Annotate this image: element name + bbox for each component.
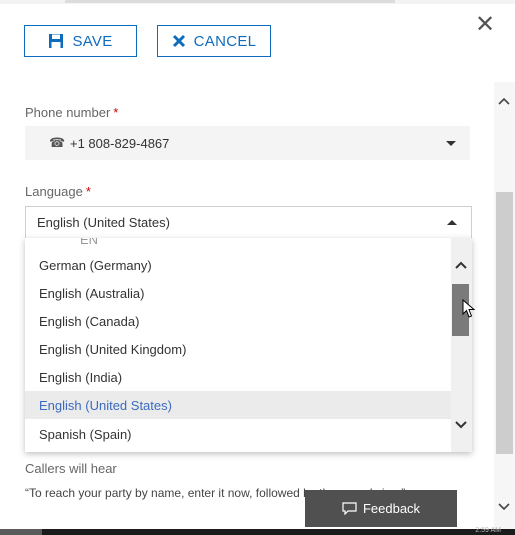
panel-scrollbar-thumb[interactable] bbox=[496, 192, 513, 454]
chevron-up-icon[interactable] bbox=[455, 260, 467, 272]
language-value: English (United States) bbox=[37, 215, 170, 230]
list-item[interactable]: English (United Kingdom) bbox=[25, 335, 451, 363]
close-icon[interactable]: ✕ bbox=[474, 13, 496, 37]
chat-bubble-icon bbox=[342, 502, 357, 515]
language-dropdown-list[interactable]: EN German (Germany) English (Australia) … bbox=[25, 238, 472, 452]
list-item[interactable]: English (India) bbox=[25, 363, 451, 391]
taskbar-app[interactable] bbox=[0, 529, 42, 535]
list-item[interactable]: Spanish (Spain) bbox=[25, 420, 451, 448]
feedback-label: Feedback bbox=[362, 501, 421, 516]
chevron-up-icon bbox=[447, 220, 457, 225]
chevron-down-icon[interactable] bbox=[455, 418, 467, 430]
taskbar: 2:59 AM bbox=[0, 527, 515, 535]
list-item-selected[interactable]: English (United States) bbox=[25, 391, 451, 419]
callers-will-hear-label: Callers will hear bbox=[25, 461, 117, 476]
language-select[interactable]: English (United States) bbox=[25, 206, 472, 239]
top-strip bbox=[0, 0, 515, 4]
save-button[interactable]: SAVE bbox=[24, 25, 137, 57]
list-item[interactable]: German (Germany) bbox=[25, 251, 451, 279]
phone-number-value: +1 808-829-4867 bbox=[70, 135, 170, 151]
cancel-button-label: CANCEL bbox=[193, 32, 257, 50]
language-label: Language * bbox=[25, 184, 91, 199]
chevron-down-icon[interactable] bbox=[498, 500, 510, 512]
phone-number-label: Phone number * bbox=[25, 105, 119, 120]
floppy-disk-icon bbox=[49, 34, 64, 48]
required-mark: * bbox=[85, 184, 91, 199]
top-strip-bar bbox=[65, 0, 395, 3]
clipped-option: EN bbox=[80, 238, 99, 247]
list-item[interactable]: English (Canada) bbox=[25, 307, 451, 335]
save-button-label: SAVE bbox=[72, 32, 113, 50]
required-mark: * bbox=[113, 105, 119, 120]
chevron-down-icon bbox=[446, 141, 456, 146]
panel-scrollbar[interactable] bbox=[494, 82, 515, 532]
phone-number-select[interactable]: ☎ +1 808-829-4867 bbox=[25, 126, 470, 160]
dropdown-scrollbar[interactable] bbox=[451, 238, 472, 452]
taskbar-clock: 2:59 AM bbox=[475, 527, 501, 534]
feedback-button[interactable]: Feedback bbox=[305, 490, 457, 527]
cancel-button[interactable]: CANCEL bbox=[157, 25, 271, 57]
list-item[interactable]: English (Australia) bbox=[25, 279, 451, 307]
x-icon bbox=[172, 34, 185, 48]
chevron-up-icon[interactable] bbox=[498, 96, 510, 108]
phone-icon: ☎ bbox=[49, 135, 66, 150]
mouse-pointer-icon bbox=[462, 299, 476, 318]
